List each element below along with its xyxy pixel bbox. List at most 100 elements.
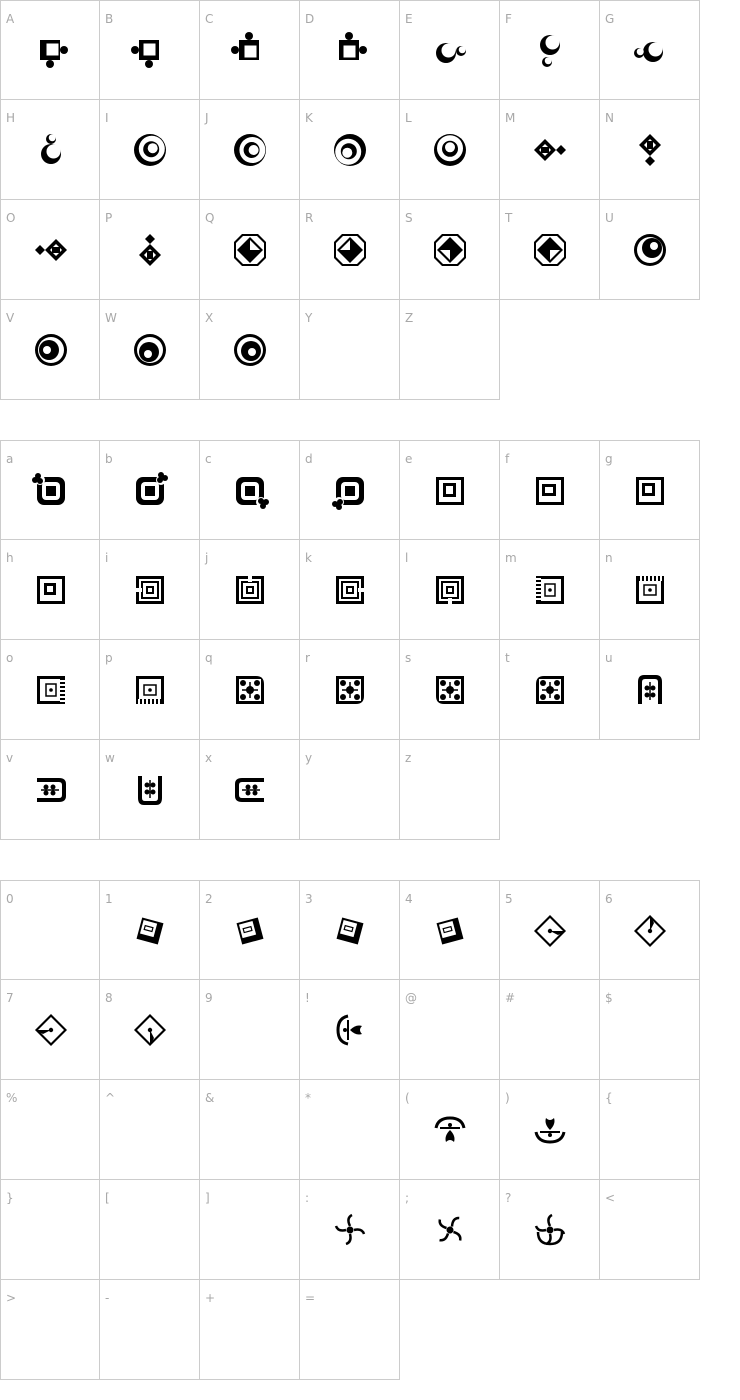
glyph-key-label: T (505, 211, 513, 225)
glyph-key-label: u (605, 651, 613, 665)
frame-square-4-icon (31, 570, 71, 610)
glyph-key-label: 6 (605, 892, 613, 906)
glyph-cell: } (0, 1180, 100, 1280)
glyph-key-label: j (205, 551, 209, 565)
glyph-key-label: Y (305, 311, 313, 325)
diamond-card-4-icon (430, 911, 470, 951)
glyph-cell: 3 (300, 880, 400, 980)
glyph-key-label: 5 (505, 892, 513, 906)
glyph-key-label: ? (505, 1191, 512, 1205)
glyph-grid-lowercase: a b c d e f g h i j k l m n o p q r s t u v w x y z (0, 440, 700, 840)
glyph-cell: ! (300, 980, 400, 1080)
glyph-key-label: d (305, 452, 313, 466)
glyph-key-label: w (105, 751, 115, 765)
glyph-cell: t (500, 640, 600, 740)
swirl-ornament-1-icon (330, 1210, 370, 1250)
glyph-cell: C (200, 0, 300, 100)
glyph-key-label: 1 (105, 892, 113, 906)
diamond-dot-4-icon (130, 1010, 170, 1050)
glyph-key-label: f (505, 452, 510, 466)
diamond-arrow-up-icon (130, 230, 170, 270)
scroll-ornament-3-icon (530, 1110, 570, 1150)
floral-tile-3-icon (430, 670, 470, 710)
glyph-cell: X (200, 300, 300, 400)
octagon-diamond-1-icon (230, 230, 270, 270)
glyph-key-label: X (205, 311, 214, 325)
glyph-cell: s (400, 640, 500, 740)
glyph-key-label: ( (405, 1091, 410, 1105)
glyph-key-label: H (6, 111, 16, 125)
glyph-key-label: J (205, 111, 209, 125)
diamond-dot-1-icon (530, 911, 570, 951)
glyph-cell: 7 (0, 980, 100, 1080)
puzzle-square-tab-right-bottom-icon (31, 31, 71, 71)
scroll-ornament-1-icon (330, 1010, 370, 1050)
glyph-key-label: N (605, 111, 614, 125)
glyph-key-label: C (205, 12, 214, 26)
glyph-key-label: B (105, 12, 114, 26)
diamond-card-3-icon (330, 911, 370, 951)
glyph-key-label: b (105, 452, 113, 466)
glyph-key-label: > (6, 1291, 17, 1305)
glyph-cell: e (400, 440, 500, 540)
glyph-key-label: r (305, 651, 310, 665)
glyph-key-label: Z (405, 311, 414, 325)
puzzle-square-tab-top-left-icon (230, 31, 270, 71)
glyph-cell: Q (200, 200, 300, 300)
glyph-key-label: y (305, 751, 313, 765)
glyph-cell: d (300, 440, 400, 540)
glyph-key-label: 8 (105, 991, 113, 1005)
glyph-key-label: M (505, 111, 516, 125)
diamond-arrow-left-icon (31, 230, 71, 270)
glyph-cell: 1 (100, 880, 200, 980)
glyph-key-label: h (6, 551, 14, 565)
frame-spiral-2-icon (230, 570, 270, 610)
glyph-cell: E (400, 0, 500, 100)
fringe-frame-1-icon (530, 570, 570, 610)
frame-spiral-1-icon (130, 570, 170, 610)
octagon-diamond-3-icon (430, 230, 470, 270)
glyph-key-label: + (205, 1291, 216, 1305)
glyph-key-label: W (105, 311, 117, 325)
glyph-key-label: v (6, 751, 14, 765)
glyph-cell: h (0, 540, 100, 640)
floral-tile-2-icon (330, 670, 370, 710)
fringe-frame-4-icon (130, 670, 170, 710)
glyph-key-label: s (405, 651, 412, 665)
floral-arch-4-icon (230, 770, 270, 810)
glyph-cell: @ (400, 980, 500, 1080)
glyph-key-label: % (6, 1091, 18, 1105)
bubbles-left-icon (630, 31, 670, 71)
bubbles-vertical-icon (530, 31, 570, 71)
glyph-cell: c (200, 440, 300, 540)
glyph-cell: 0 (0, 880, 100, 980)
octagon-diamond-4-icon (530, 230, 570, 270)
glyph-cell: g (600, 440, 700, 540)
glyph-cell: i (100, 540, 200, 640)
puzzle-square-tab-top-right-icon (330, 31, 370, 71)
glyph-cell: J (200, 100, 300, 200)
glyph-key-label: < (605, 1191, 616, 1205)
bubbles-horizontal-icon (430, 31, 470, 71)
glyph-key-label: [ (105, 1191, 110, 1205)
glyph-key-label: t (505, 651, 510, 665)
glyph-key-label: - (105, 1291, 110, 1305)
glyph-key-label: * (305, 1091, 311, 1105)
glyph-cell: * (300, 1080, 400, 1180)
glyph-cell: K (300, 100, 400, 200)
glyph-cell: + (200, 1280, 300, 1380)
glyph-key-label: Q (205, 211, 215, 225)
ring-shadow-left-heavy-icon (230, 130, 270, 170)
glyph-key-label: p (105, 651, 113, 665)
floral-tile-1-icon (230, 670, 270, 710)
glyph-cell: ( (400, 1080, 500, 1180)
glyph-cell: $ (600, 980, 700, 1080)
glyph-cell: m (500, 540, 600, 640)
glyph-cell: - (100, 1280, 200, 1380)
glyph-cell: k (300, 540, 400, 640)
glyph-key-label: I (105, 111, 109, 125)
glyph-cell: & (200, 1080, 300, 1180)
glyph-key-label: ! (305, 991, 310, 1005)
glyph-cell: M (500, 100, 600, 200)
glyph-key-label: 3 (305, 892, 313, 906)
